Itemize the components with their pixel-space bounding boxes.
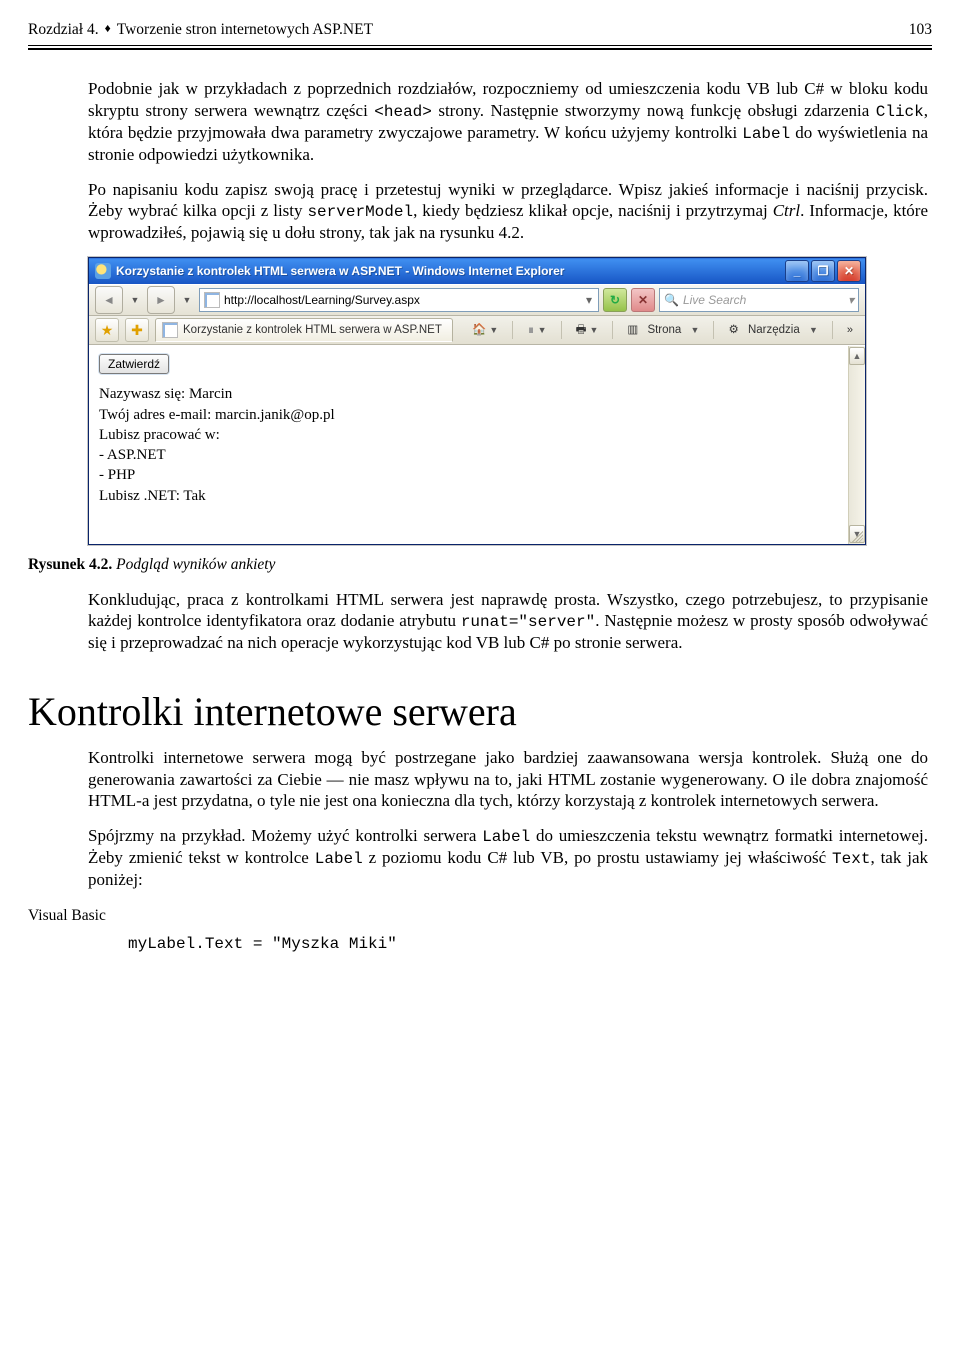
close-button[interactable]: ✕ (837, 260, 861, 282)
paragraph-4: Kontrolki internetowe serwera mogą być p… (88, 747, 928, 811)
title-bar: Korzystanie z kontrolek HTML serwera w A… (89, 258, 865, 284)
resize-grip-icon[interactable] (849, 528, 863, 542)
output-line: - ASP.NET (99, 445, 855, 465)
maximize-button[interactable]: ❐ (811, 260, 835, 282)
arrow-left-icon: ◄ (103, 293, 115, 308)
nav-back-button[interactable]: ◄ (95, 286, 123, 314)
code-label2: Label (482, 828, 530, 846)
address-bar[interactable]: http://localhost/Learning/Survey.aspx ▾ (199, 288, 599, 312)
print-icon: 🖶 (576, 323, 587, 337)
code-label1: Label (742, 125, 790, 143)
code-runat: runat="server" (461, 613, 595, 631)
separator (512, 321, 513, 339)
chevron-down-icon: ▼ (183, 295, 192, 306)
running-header: Rozdział 4. ♦ Tworzenie stron internetow… (28, 20, 932, 39)
output-line: Twój adres e-mail: marcin.janik@op.pl (99, 405, 855, 425)
header-rule-thin (28, 45, 932, 46)
star-icon: ★ (101, 322, 114, 340)
separator (561, 321, 562, 339)
nav-back-dropdown[interactable]: ▼ (127, 287, 143, 313)
separator (612, 321, 613, 339)
caption-number: Rysunek 4.2. (28, 556, 112, 573)
ie-logo-icon (95, 263, 111, 279)
output-line: Lubisz .NET: Tak (99, 486, 855, 506)
code-click: Click (876, 103, 924, 121)
address-dropdown-icon[interactable]: ▾ (584, 293, 594, 308)
tools-menu-button[interactable]: ⚙ Narzędzia ▼ (722, 318, 823, 342)
output-line: Lubisz pracować w: (99, 425, 855, 445)
chevron-down-icon: ▼ (538, 325, 547, 336)
address-toolbar: ◄ ▼ ► ▼ http://localhost/Learning/Survey… (89, 284, 865, 316)
url-text: http://localhost/Learning/Survey.aspx (224, 293, 580, 308)
submit-button[interactable]: Zatwierdź (99, 354, 169, 374)
vertical-scrollbar[interactable]: ▲ ▼ (848, 346, 865, 544)
gear-icon: ⚙ (728, 323, 738, 337)
page-menu-button[interactable]: ▥ Strona ▼ (621, 318, 705, 342)
browser-tab[interactable]: Korzystanie z kontrolek HTML serwera w A… (155, 318, 453, 342)
chevron-right-icon: » (847, 324, 853, 338)
search-placeholder: Live Search (683, 293, 746, 308)
result-output: Nazywasz się: Marcin Twój adres e-mail: … (99, 384, 855, 506)
star-plus-icon: ✚ (131, 322, 143, 340)
header-rule-thick (28, 48, 932, 50)
paragraph-3: Konkludując, praca z kontrolkami HTML se… (88, 589, 928, 654)
code-text: Text (832, 850, 870, 868)
page-icon: ▥ (627, 323, 638, 337)
page-viewport: Zatwierdź Nazywasz się: Marcin Twój adre… (89, 345, 865, 544)
tab-toolbar: ★ ✚ Korzystanie z kontrolek HTML serwera… (89, 316, 865, 345)
page-number: 103 (909, 20, 932, 39)
home-button[interactable]: 🏠▼ (466, 318, 504, 342)
stop-button[interactable]: ✕ (631, 288, 655, 312)
caption-text: Podgląd wyników ankiety (112, 556, 275, 573)
paragraph-5: Spójrzmy na przykład. Możemy użyć kontro… (88, 825, 928, 890)
tools-menu-label: Narzędzia (748, 323, 800, 337)
output-line: Nazywasz się: Marcin (99, 384, 855, 404)
favorites-button[interactable]: ★ (95, 318, 119, 342)
toolbar-overflow-button[interactable]: » (841, 318, 859, 342)
diamond-icon: ♦ (105, 21, 111, 36)
page-icon (162, 322, 178, 338)
chevron-down-icon: ▼ (691, 325, 700, 336)
print-button[interactable]: 🖶▼ (570, 318, 605, 342)
window-title: Korzystanie z kontrolek HTML serwera w A… (116, 264, 785, 279)
chapter-title: Tworzenie stron internetowych ASP.NET (117, 20, 373, 39)
search-box[interactable]: 🔍 Live Search ▾ (659, 288, 859, 312)
code-label3: Label (315, 850, 363, 868)
page-icon (204, 292, 220, 308)
chevron-down-icon: ▼ (131, 295, 140, 306)
chevron-down-icon: ▼ (589, 325, 598, 336)
code-sample: myLabel.Text = "Myszka Miki" (128, 934, 932, 954)
stop-icon: ✕ (638, 293, 648, 308)
chevron-down-icon: ▼ (489, 325, 498, 336)
feeds-button[interactable]: ∎▼ (521, 318, 552, 342)
section-heading: Kontrolki internetowe serwera (28, 687, 932, 737)
arrow-right-icon: ► (155, 293, 167, 308)
nav-forward-button[interactable]: ► (147, 286, 175, 314)
search-icon: 🔍 (664, 293, 679, 308)
search-dropdown-icon[interactable]: ▾ (848, 293, 854, 308)
paragraph-2: Po napisaniu kodu zapisz swoją pracę i p… (88, 179, 928, 244)
browser-window: Korzystanie z kontrolek HTML serwera w A… (88, 257, 866, 545)
rss-icon: ∎ (527, 323, 534, 337)
figure-caption: Rysunek 4.2. Podgląd wyników ankiety (28, 555, 932, 574)
language-label: Visual Basic (28, 906, 932, 925)
chevron-down-icon: ▼ (809, 325, 818, 336)
code-servermodel: serverModel (307, 203, 413, 221)
paragraph-1: Podobnie jak w przykładach z poprzednich… (88, 78, 928, 165)
add-favorites-button[interactable]: ✚ (125, 318, 149, 342)
minimize-button[interactable]: _ (785, 260, 809, 282)
chapter-label: Rozdział 4. (28, 20, 99, 39)
scroll-up-icon[interactable]: ▲ (849, 347, 865, 365)
nav-fwd-dropdown[interactable]: ▼ (179, 287, 195, 313)
code-head: <head> (374, 103, 432, 121)
refresh-button[interactable]: ↻ (603, 288, 627, 312)
tab-label: Korzystanie z kontrolek HTML serwera w A… (183, 323, 442, 337)
refresh-icon: ↻ (610, 293, 620, 308)
output-line: - PHP (99, 465, 855, 485)
page-menu-label: Strona (647, 323, 681, 337)
separator (832, 321, 833, 339)
home-icon: 🏠 (472, 323, 486, 337)
italic-ctrl: Ctrl (773, 201, 800, 220)
separator (713, 321, 714, 339)
